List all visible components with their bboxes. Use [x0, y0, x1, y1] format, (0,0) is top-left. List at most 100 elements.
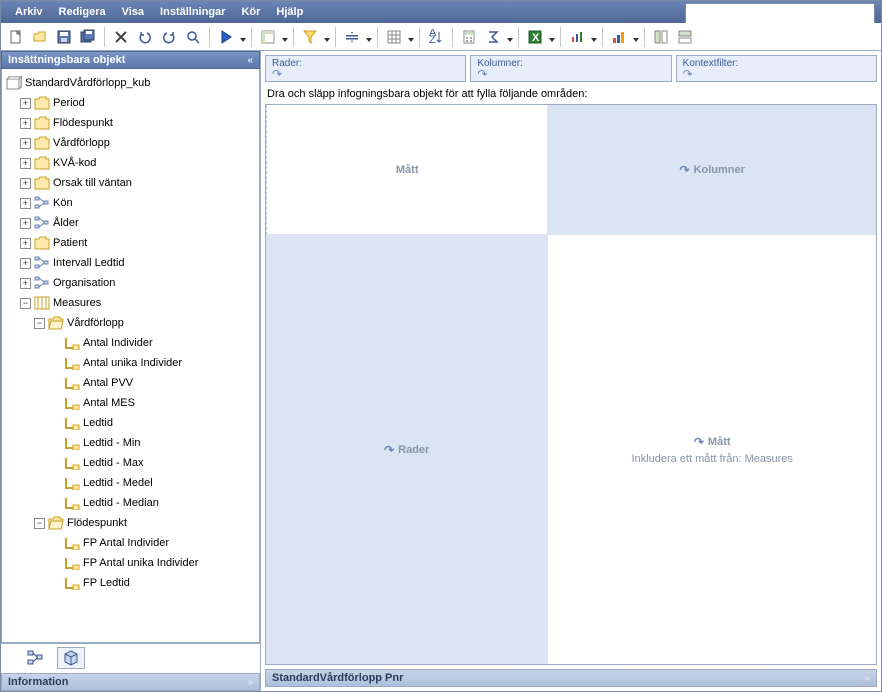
twisty-collapse-icon[interactable]: −	[34, 318, 45, 329]
bar-chart-icon[interactable]	[566, 26, 588, 48]
tree-measure-item[interactable]: Ledtid - Medel	[4, 473, 257, 493]
tree-measure-item[interactable]: FP Antal unika Individer	[4, 553, 257, 573]
drop-headers: Rader: ↷ Kolumner: ↷ Kontextfilter: ↷	[265, 55, 877, 82]
tree-cube-root[interactable]: StandardVårdförlopp_kub	[4, 73, 257, 93]
drop-zone-measures[interactable]: ↷Mått Inkludera ett mått från: Measures	[548, 235, 876, 664]
menu-visa[interactable]: Visa	[114, 3, 152, 21]
info-expand-icon[interactable]: »	[247, 677, 253, 688]
sigma-icon[interactable]	[482, 26, 504, 48]
tree-measure-item[interactable]: Antal Individer	[4, 333, 257, 353]
tree-dim-item[interactable]: +Vårdförlopp	[4, 133, 257, 153]
twisty-expand-icon[interactable]: +	[20, 138, 31, 149]
twisty-expand-icon[interactable]: +	[20, 258, 31, 269]
panel-collapse-icon[interactable]: «	[247, 55, 253, 66]
twisty-expand-icon[interactable]: +	[20, 278, 31, 289]
drop-zone-kolumner[interactable]: ↷Kolumner	[548, 105, 876, 235]
tree-dim-item[interactable]: +Period	[4, 93, 257, 113]
tree-item-label: Antal Individer	[83, 337, 153, 349]
new-icon[interactable]	[5, 26, 27, 48]
tree-item-label: Kön	[53, 197, 73, 209]
sort-icon[interactable]: AZ	[425, 26, 447, 48]
tree-dim-item[interactable]: + Kön	[4, 193, 257, 213]
suppress-dropdown[interactable]	[366, 34, 372, 40]
tree-measure-item[interactable]: Ledtid - Min	[4, 433, 257, 453]
tree-dim-item[interactable]: +Orsak till väntan	[4, 173, 257, 193]
tree-dim-item[interactable]: +KVÅ-kod	[4, 153, 257, 173]
tree-measure-item[interactable]: Ledtid - Median	[4, 493, 257, 513]
tree-measure-item[interactable]: Ledtid	[4, 413, 257, 433]
menu-hjalp[interactable]: Hjälp	[268, 3, 311, 21]
tree-dim-item[interactable]: +Intervall Ledtid	[4, 253, 257, 273]
tree-dim-item[interactable]: +Organisation	[4, 273, 257, 293]
tree-measure-item[interactable]: Antal MES	[4, 393, 257, 413]
excel-dropdown[interactable]	[549, 34, 555, 40]
drop-header-kontext[interactable]: Kontextfilter: ↷	[676, 55, 877, 82]
tab-tree-icon[interactable]	[21, 647, 49, 669]
menu-kor[interactable]: Kör	[233, 3, 268, 21]
report-expand-icon[interactable]: »	[864, 673, 870, 684]
tree-dim-item[interactable]: +Flödespunkt	[4, 113, 257, 133]
menu-arkiv[interactable]: Arkiv	[7, 3, 51, 21]
table-dropdown[interactable]	[408, 34, 414, 40]
drop-zone-rader[interactable]: ↷Rader	[266, 235, 548, 664]
zoom-icon[interactable]	[182, 26, 204, 48]
filter-icon[interactable]	[299, 26, 321, 48]
twisty-expand-icon[interactable]: +	[20, 198, 31, 209]
tree-dim-item[interactable]: +Ålder	[4, 213, 257, 233]
arrow-icon: ↷	[683, 67, 693, 81]
tree-item-label: Ledtid	[83, 417, 113, 429]
twisty-collapse-icon[interactable]: −	[34, 518, 45, 529]
menu-installningar[interactable]: Inställningar	[152, 3, 233, 21]
tree-measures[interactable]: − Measures	[4, 293, 257, 313]
save-all-icon[interactable]	[77, 26, 99, 48]
calc-icon[interactable]	[458, 26, 480, 48]
run-icon[interactable]	[215, 26, 237, 48]
layout1-icon[interactable]	[650, 26, 672, 48]
chart2-dropdown[interactable]	[633, 34, 639, 40]
save-icon[interactable]	[53, 26, 75, 48]
run-dropdown[interactable]	[240, 34, 246, 40]
twisty-expand-icon[interactable]: +	[20, 218, 31, 229]
sigma-dropdown[interactable]	[507, 34, 513, 40]
tree-measure-item[interactable]: Antal unika Individer	[4, 353, 257, 373]
pivot-icon[interactable]	[257, 26, 279, 48]
pivot-dropdown[interactable]	[282, 34, 288, 40]
folder-open-icon	[48, 516, 64, 530]
tree-measure-item[interactable]: FP Antal Individer	[4, 533, 257, 553]
twisty-expand-icon[interactable]: +	[20, 158, 31, 169]
drop-zone-matt[interactable]: Mått	[266, 105, 548, 235]
open-icon[interactable]	[29, 26, 51, 48]
menu-redigera[interactable]: Redigera	[51, 3, 114, 21]
tab-cube-icon[interactable]	[57, 647, 85, 669]
twisty-expand-icon[interactable]: +	[20, 238, 31, 249]
tree-measure-item[interactable]: Ledtid - Max	[4, 453, 257, 473]
undo-icon[interactable]	[134, 26, 156, 48]
tree-measure-group[interactable]: −Vårdförlopp	[4, 313, 257, 333]
tree-item-label: Ledtid - Median	[83, 497, 159, 509]
tree-dim-item[interactable]: +Patient	[4, 233, 257, 253]
cell-bl-label: Rader	[398, 444, 429, 456]
drop-header-kolumner[interactable]: Kolumner: ↷	[470, 55, 671, 82]
table-icon[interactable]	[383, 26, 405, 48]
redo-icon[interactable]	[158, 26, 180, 48]
tree-measure-group[interactable]: −Flödespunkt	[4, 513, 257, 533]
suppress-icon[interactable]	[341, 26, 363, 48]
twisty-expand-icon[interactable]: +	[20, 98, 31, 109]
layout2-icon[interactable]	[674, 26, 696, 48]
tree-item-label: Ledtid - Max	[83, 457, 144, 469]
folder-icon	[34, 156, 50, 170]
tree-measure-item[interactable]: Antal PVV	[4, 373, 257, 393]
measure-icon	[64, 396, 80, 410]
insertable-panel-header: Insättningsbara objekt «	[1, 51, 260, 69]
tree-item-label: Ledtid - Medel	[83, 477, 153, 489]
bar-chart-dropdown[interactable]	[591, 34, 597, 40]
drop-header-rader[interactable]: Rader: ↷	[265, 55, 466, 82]
twisty-collapse-icon[interactable]: −	[20, 298, 31, 309]
twisty-expand-icon[interactable]: +	[20, 178, 31, 189]
excel-icon[interactable]: X	[524, 26, 546, 48]
twisty-expand-icon[interactable]: +	[20, 118, 31, 129]
filter-dropdown[interactable]	[324, 34, 330, 40]
tree-measure-item[interactable]: FP Ledtid	[4, 573, 257, 593]
chart2-icon[interactable]	[608, 26, 630, 48]
delete-icon[interactable]	[110, 26, 132, 48]
